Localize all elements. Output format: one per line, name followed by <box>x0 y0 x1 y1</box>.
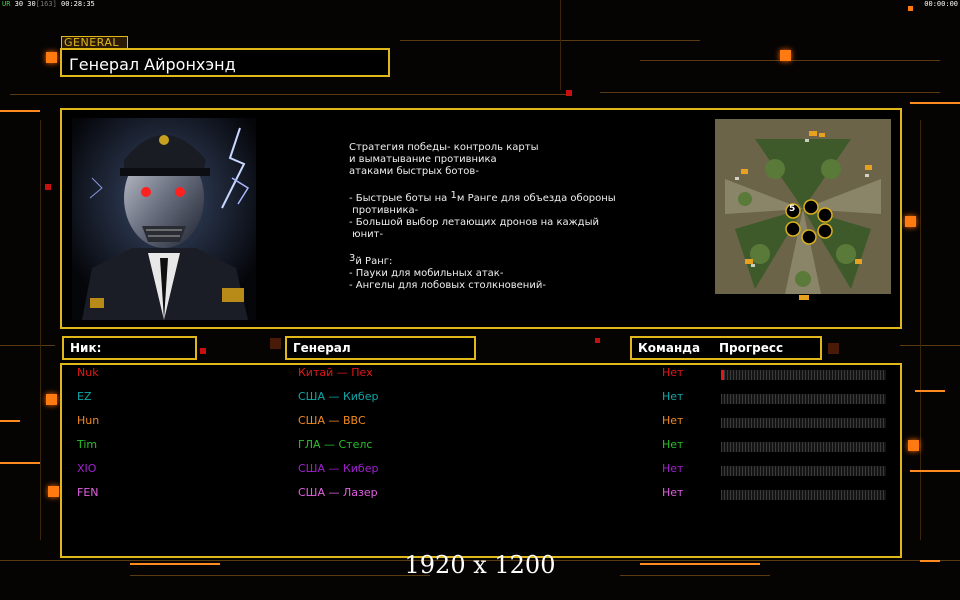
player-general: США — Кибер <box>298 390 379 403</box>
player-team: Нет <box>662 414 684 427</box>
player-general: США — Лазер <box>298 486 378 499</box>
progress-bar <box>721 490 886 500</box>
general-name: Генерал Айронхэнд <box>60 48 390 77</box>
progress-header-label: Прогресс <box>719 341 784 355</box>
progress-bar <box>721 418 886 428</box>
status-time-right: 00:00:00 <box>924 0 958 8</box>
player-nick: Tim <box>77 438 98 451</box>
player-row: Hun США — ВВС Нет <box>0 414 960 438</box>
player-general: ГЛА — Стелс <box>298 438 373 451</box>
player-row: Nuk Китай — Пех Нет <box>0 366 960 390</box>
player-nick: Hun <box>77 414 100 427</box>
player-nick: FEN <box>77 486 99 499</box>
player-row: Tim ГЛА — Стелс Нет <box>0 438 960 462</box>
map-preview[interactable]: 5 <box>715 119 891 307</box>
progress-bar <box>721 394 886 404</box>
desc-line: - Большой выбор летающих дронов на кажды… <box>349 217 599 228</box>
player-nick: XIO <box>77 462 97 475</box>
player-team: Нет <box>662 390 684 403</box>
player-general: США — Кибер <box>298 462 379 475</box>
desc-line: Стратегия победы- контроль карты <box>349 142 539 153</box>
player-row: XIO США — Кибер Нет <box>0 462 960 486</box>
player-general: США — ВВС <box>298 414 366 427</box>
ur-label: UR <box>2 0 11 8</box>
player-general: Китай — Пех <box>298 366 373 379</box>
player-nick: EZ <box>77 390 92 403</box>
player-row: FEN США — Лазер Нет <box>0 486 960 510</box>
general-portrait <box>72 118 256 320</box>
column-header-nick: Ник: <box>62 336 197 360</box>
elapsed-time: 00:28:35 <box>61 0 95 8</box>
stats-text: 30 30 <box>14 0 36 8</box>
map-center-label: 5 <box>789 204 796 214</box>
progress-bar <box>721 370 886 380</box>
player-row: EZ США — Кибер Нет <box>0 390 960 414</box>
player-nick: Nuk <box>77 366 99 379</box>
player-team: Нет <box>662 462 684 475</box>
desc-line: атаками быстрых ботов- <box>349 166 479 177</box>
desc-line: противника- <box>349 205 419 216</box>
progress-bar <box>721 466 886 476</box>
column-header-team: Команда Прогресс <box>630 336 822 360</box>
status-bar-left: UR 30 30[163] 00:28:35 <box>2 0 95 8</box>
progress-bar <box>721 442 886 452</box>
strategy-description: Стратегия победы- контроль карты и вымат… <box>349 142 679 292</box>
desc-line: - Пауки для мобильных атак- <box>349 268 504 279</box>
desc-line: и выматывание противника <box>349 154 497 165</box>
progress-fill <box>721 370 724 380</box>
desc-line: - Быстрые боты на 1м Ранге для объезда о… <box>349 190 616 204</box>
player-team: Нет <box>662 438 684 451</box>
team-header-label: Команда <box>638 341 701 355</box>
bracket-text: [163] <box>35 0 57 8</box>
column-header-general: Генерал <box>285 336 476 360</box>
desc-line: - Ангелы для лобовых столкновений- <box>349 280 546 291</box>
desc-line: юнит- <box>349 229 384 240</box>
player-team: Нет <box>662 486 684 499</box>
resolution-label: 1920 x 1200 <box>404 551 556 579</box>
player-team: Нет <box>662 366 684 379</box>
desc-line: 3й Ранг: <box>349 253 393 267</box>
